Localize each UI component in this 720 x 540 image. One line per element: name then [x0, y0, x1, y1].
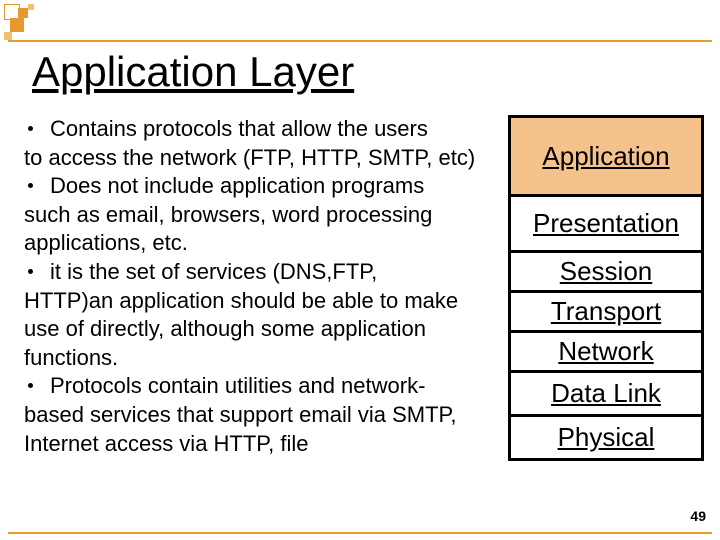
bottom-divider — [8, 532, 712, 534]
bullet-lead: Protocols contain utilities and network- — [50, 373, 425, 398]
layer-transport: Transport — [511, 290, 701, 330]
bullet-icon — [28, 183, 33, 188]
layer-physical: Physical — [511, 414, 701, 458]
layers-stack: Application Presentation Session Transpo… — [508, 115, 704, 461]
bullet-icon — [28, 126, 33, 131]
layer-presentation: Presentation — [511, 194, 701, 250]
bullet-lead: it is the set of services (DNS,FTP, — [50, 259, 377, 284]
bullet-rest: HTTP)an application should be able to ma… — [24, 287, 494, 373]
layer-datalink: Data Link — [511, 370, 701, 414]
bullet-rest: to access the network (FTP, HTTP, SMTP, … — [24, 144, 494, 173]
bullet-rest: based services that support email via SM… — [24, 401, 494, 458]
layer-network: Network — [511, 330, 701, 370]
logo-icon — [4, 4, 42, 42]
slide-title: Application Layer — [32, 48, 354, 96]
bullet-lead: Does not include application programs — [50, 173, 424, 198]
top-divider — [8, 40, 712, 42]
bullet-lead: Contains protocols that allow the users — [50, 116, 428, 141]
page-number: 49 — [690, 508, 706, 524]
layer-application: Application — [511, 118, 701, 194]
bullet-icon — [28, 383, 33, 388]
bullet-icon — [28, 269, 33, 274]
bullet-rest: such as email, browsers, word processing… — [24, 201, 494, 258]
body-text: Contains protocols that allow the users … — [24, 115, 494, 458]
layer-session: Session — [511, 250, 701, 290]
